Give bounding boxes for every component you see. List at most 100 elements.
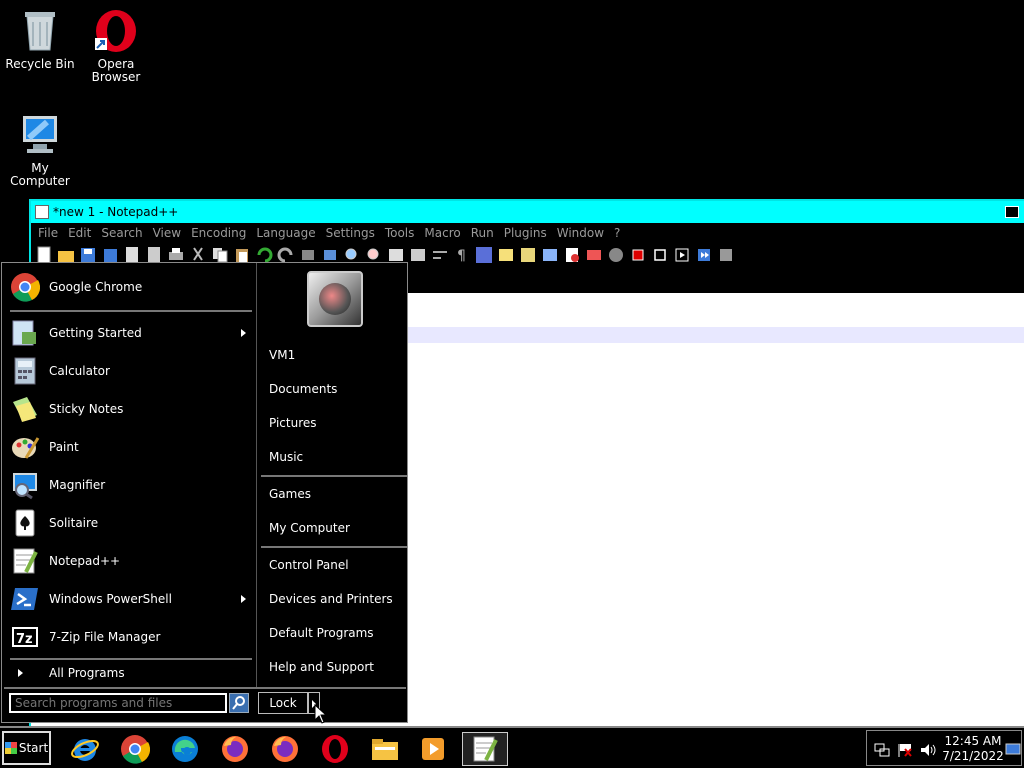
program-label: Windows PowerShell [49, 592, 172, 606]
desktop-icon-recycle-bin[interactable]: Recycle Bin [0, 8, 80, 71]
getting-started-icon [10, 318, 40, 348]
taskbar-notepadpp[interactable] [462, 732, 508, 766]
taskbar-file-explorer[interactable] [368, 732, 402, 766]
word-wrap-icon[interactable] [431, 246, 451, 264]
program-google-chrome[interactable]: Google Chrome [10, 269, 250, 305]
start-menu-places: VM1 Documents Pictures Music Games My Co… [256, 263, 408, 687]
desktop-icon-label: Opera Browser [91, 57, 141, 84]
clock-date: 7/21/2022 [942, 749, 1004, 763]
run-macro-multiple-icon[interactable] [695, 246, 715, 264]
place-control-panel[interactable]: Control Panel [269, 558, 349, 572]
stop-macro-icon[interactable] [651, 246, 671, 264]
network-icon[interactable] [874, 743, 890, 757]
desktop-icon-label: My Computer [10, 161, 70, 188]
search-icon[interactable] [229, 693, 249, 713]
solitaire-icon [10, 508, 40, 538]
record-macro-icon[interactable] [629, 246, 649, 264]
program-label: Google Chrome [49, 280, 143, 294]
program-label: 7-Zip File Manager [49, 630, 161, 644]
menu-tools[interactable]: Tools [385, 226, 415, 240]
program-solitaire[interactable]: Solitaire [10, 505, 250, 541]
monitoring-icon[interactable] [563, 246, 583, 264]
menu-window[interactable]: Window [557, 226, 604, 240]
start-menu-programs: Google Chrome Getting Started Calculator… [6, 265, 254, 685]
place-devices-printers[interactable]: Devices and Printers [269, 592, 393, 606]
program-sticky-notes[interactable]: Sticky Notes [10, 391, 250, 427]
program-notepadpp[interactable]: Notepad++ [10, 543, 250, 579]
start-menu: Google Chrome Getting Started Calculator… [1, 262, 408, 723]
notepadpp-app-icon [35, 205, 49, 219]
folder-workspace-icon[interactable] [541, 246, 561, 264]
chrome-icon [121, 735, 150, 764]
program-windows-powershell[interactable]: Windows PowerShell [10, 581, 250, 617]
taskbar-chrome[interactable] [118, 732, 152, 766]
separator [10, 658, 252, 660]
menu-file[interactable]: File [38, 226, 58, 240]
save-macro-icon[interactable] [717, 246, 737, 264]
menu-language[interactable]: Language [256, 226, 315, 240]
taskbar-opera[interactable] [318, 732, 352, 766]
taskbar-media-player[interactable] [416, 732, 450, 766]
program-label: Paint [49, 440, 79, 454]
menu-edit[interactable]: Edit [68, 226, 91, 240]
program-paint[interactable]: Paint [10, 429, 250, 465]
play-macro-icon[interactable] [673, 246, 693, 264]
7zip-icon: 7z [10, 622, 40, 652]
place-music[interactable]: Music [269, 450, 303, 464]
window-title: *new 1 - Notepad++ [53, 205, 179, 219]
clock[interactable]: 12:45 AM 7/21/2022 [941, 734, 1005, 764]
place-pictures[interactable]: Pictures [269, 416, 317, 430]
submenu-arrow-icon [241, 595, 246, 603]
separator [4, 687, 406, 689]
taskbar-internet-explorer[interactable] [68, 732, 102, 766]
place-games[interactable]: Games [269, 487, 311, 501]
all-programs-button[interactable]: All Programs [10, 663, 250, 683]
taskbar: Start 12:45 AM 7/21/2022 [0, 726, 1024, 768]
menu-plugins[interactable]: Plugins [504, 226, 547, 240]
program-7zip[interactable]: 7z 7-Zip File Manager [10, 619, 250, 655]
menu-encoding[interactable]: Encoding [191, 226, 246, 240]
calculator-icon [10, 356, 40, 386]
menu-help[interactable]: ? [614, 226, 620, 240]
place-my-computer[interactable]: My Computer [269, 521, 350, 535]
sticky-notes-icon [10, 394, 40, 424]
action-center-flag-icon[interactable] [897, 743, 913, 757]
place-documents[interactable]: Documents [269, 382, 337, 396]
volume-icon[interactable] [920, 743, 936, 757]
desktop-icon-opera[interactable]: Opera Browser [76, 8, 156, 84]
program-magnifier[interactable]: Magnifier [10, 467, 250, 503]
menu-settings[interactable]: Settings [326, 226, 375, 240]
user-avatar[interactable] [307, 271, 363, 327]
indent-guide-icon[interactable] [475, 246, 495, 264]
firefox-icon [272, 736, 298, 762]
menu-macro[interactable]: Macro [424, 226, 460, 240]
desktop-icon-my-computer[interactable]: My Computer [0, 112, 80, 188]
program-getting-started[interactable]: Getting Started [10, 315, 250, 351]
sync-horizontal-icon[interactable] [409, 246, 429, 264]
show-desktop-icon[interactable] [1005, 743, 1021, 757]
function-list-icon[interactable] [519, 246, 539, 264]
taskbar-edge[interactable] [168, 732, 202, 766]
place-default-programs[interactable]: Default Programs [269, 626, 374, 640]
program-calculator[interactable]: Calculator [10, 353, 250, 389]
place-user-folder[interactable]: VM1 [269, 348, 295, 362]
search-input[interactable] [9, 693, 227, 713]
firefox-icon [222, 736, 248, 762]
separator [261, 546, 407, 548]
doc-map-icon[interactable] [497, 246, 517, 264]
plugin-icon[interactable] [607, 246, 627, 264]
start-button[interactable]: Start [2, 731, 51, 765]
window-titlebar[interactable]: *new 1 - Notepad++ [31, 201, 1024, 223]
svg-text:7z: 7z [16, 632, 33, 647]
menu-view[interactable]: View [153, 226, 181, 240]
minimize-button[interactable] [1005, 206, 1019, 218]
lock-button[interactable]: Lock [258, 692, 308, 714]
taskbar-firefox-2[interactable] [268, 732, 302, 766]
place-help-support[interactable]: Help and Support [269, 660, 374, 674]
taskbar-firefox[interactable] [218, 732, 252, 766]
mail-icon[interactable] [585, 246, 605, 264]
menu-search[interactable]: Search [101, 226, 142, 240]
program-label: Notepad++ [49, 554, 121, 568]
show-all-characters-icon[interactable]: ¶ [453, 246, 473, 264]
menu-run[interactable]: Run [471, 226, 494, 240]
